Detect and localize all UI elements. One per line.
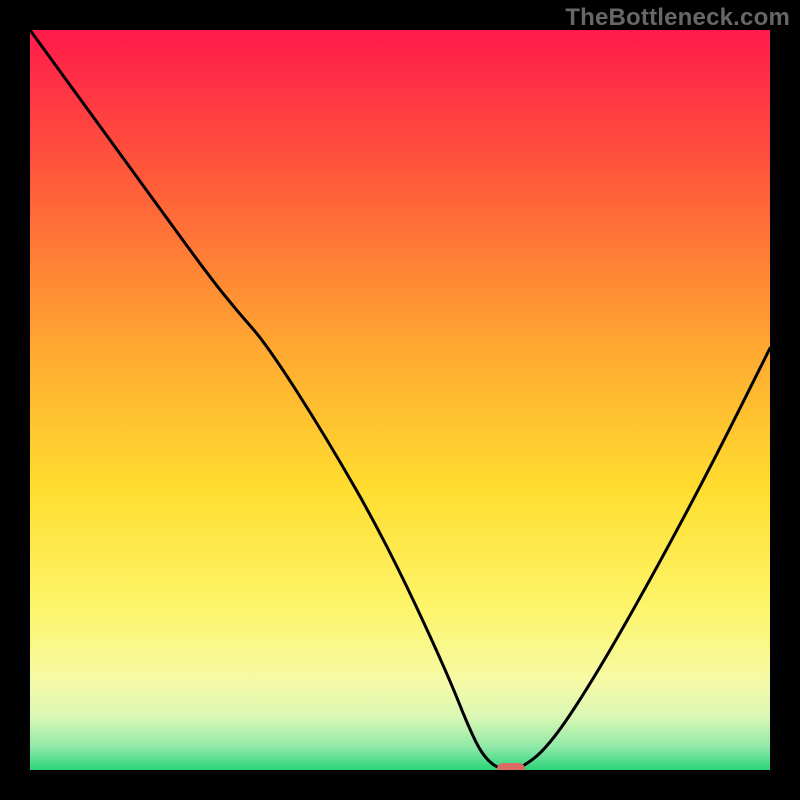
chart-frame: TheBottleneck.com (0, 0, 800, 800)
gradient-background (30, 30, 770, 770)
optimal-marker (497, 763, 525, 770)
bottleneck-chart (30, 30, 770, 770)
plot-area (30, 30, 770, 770)
attribution-label: TheBottleneck.com (565, 4, 790, 32)
